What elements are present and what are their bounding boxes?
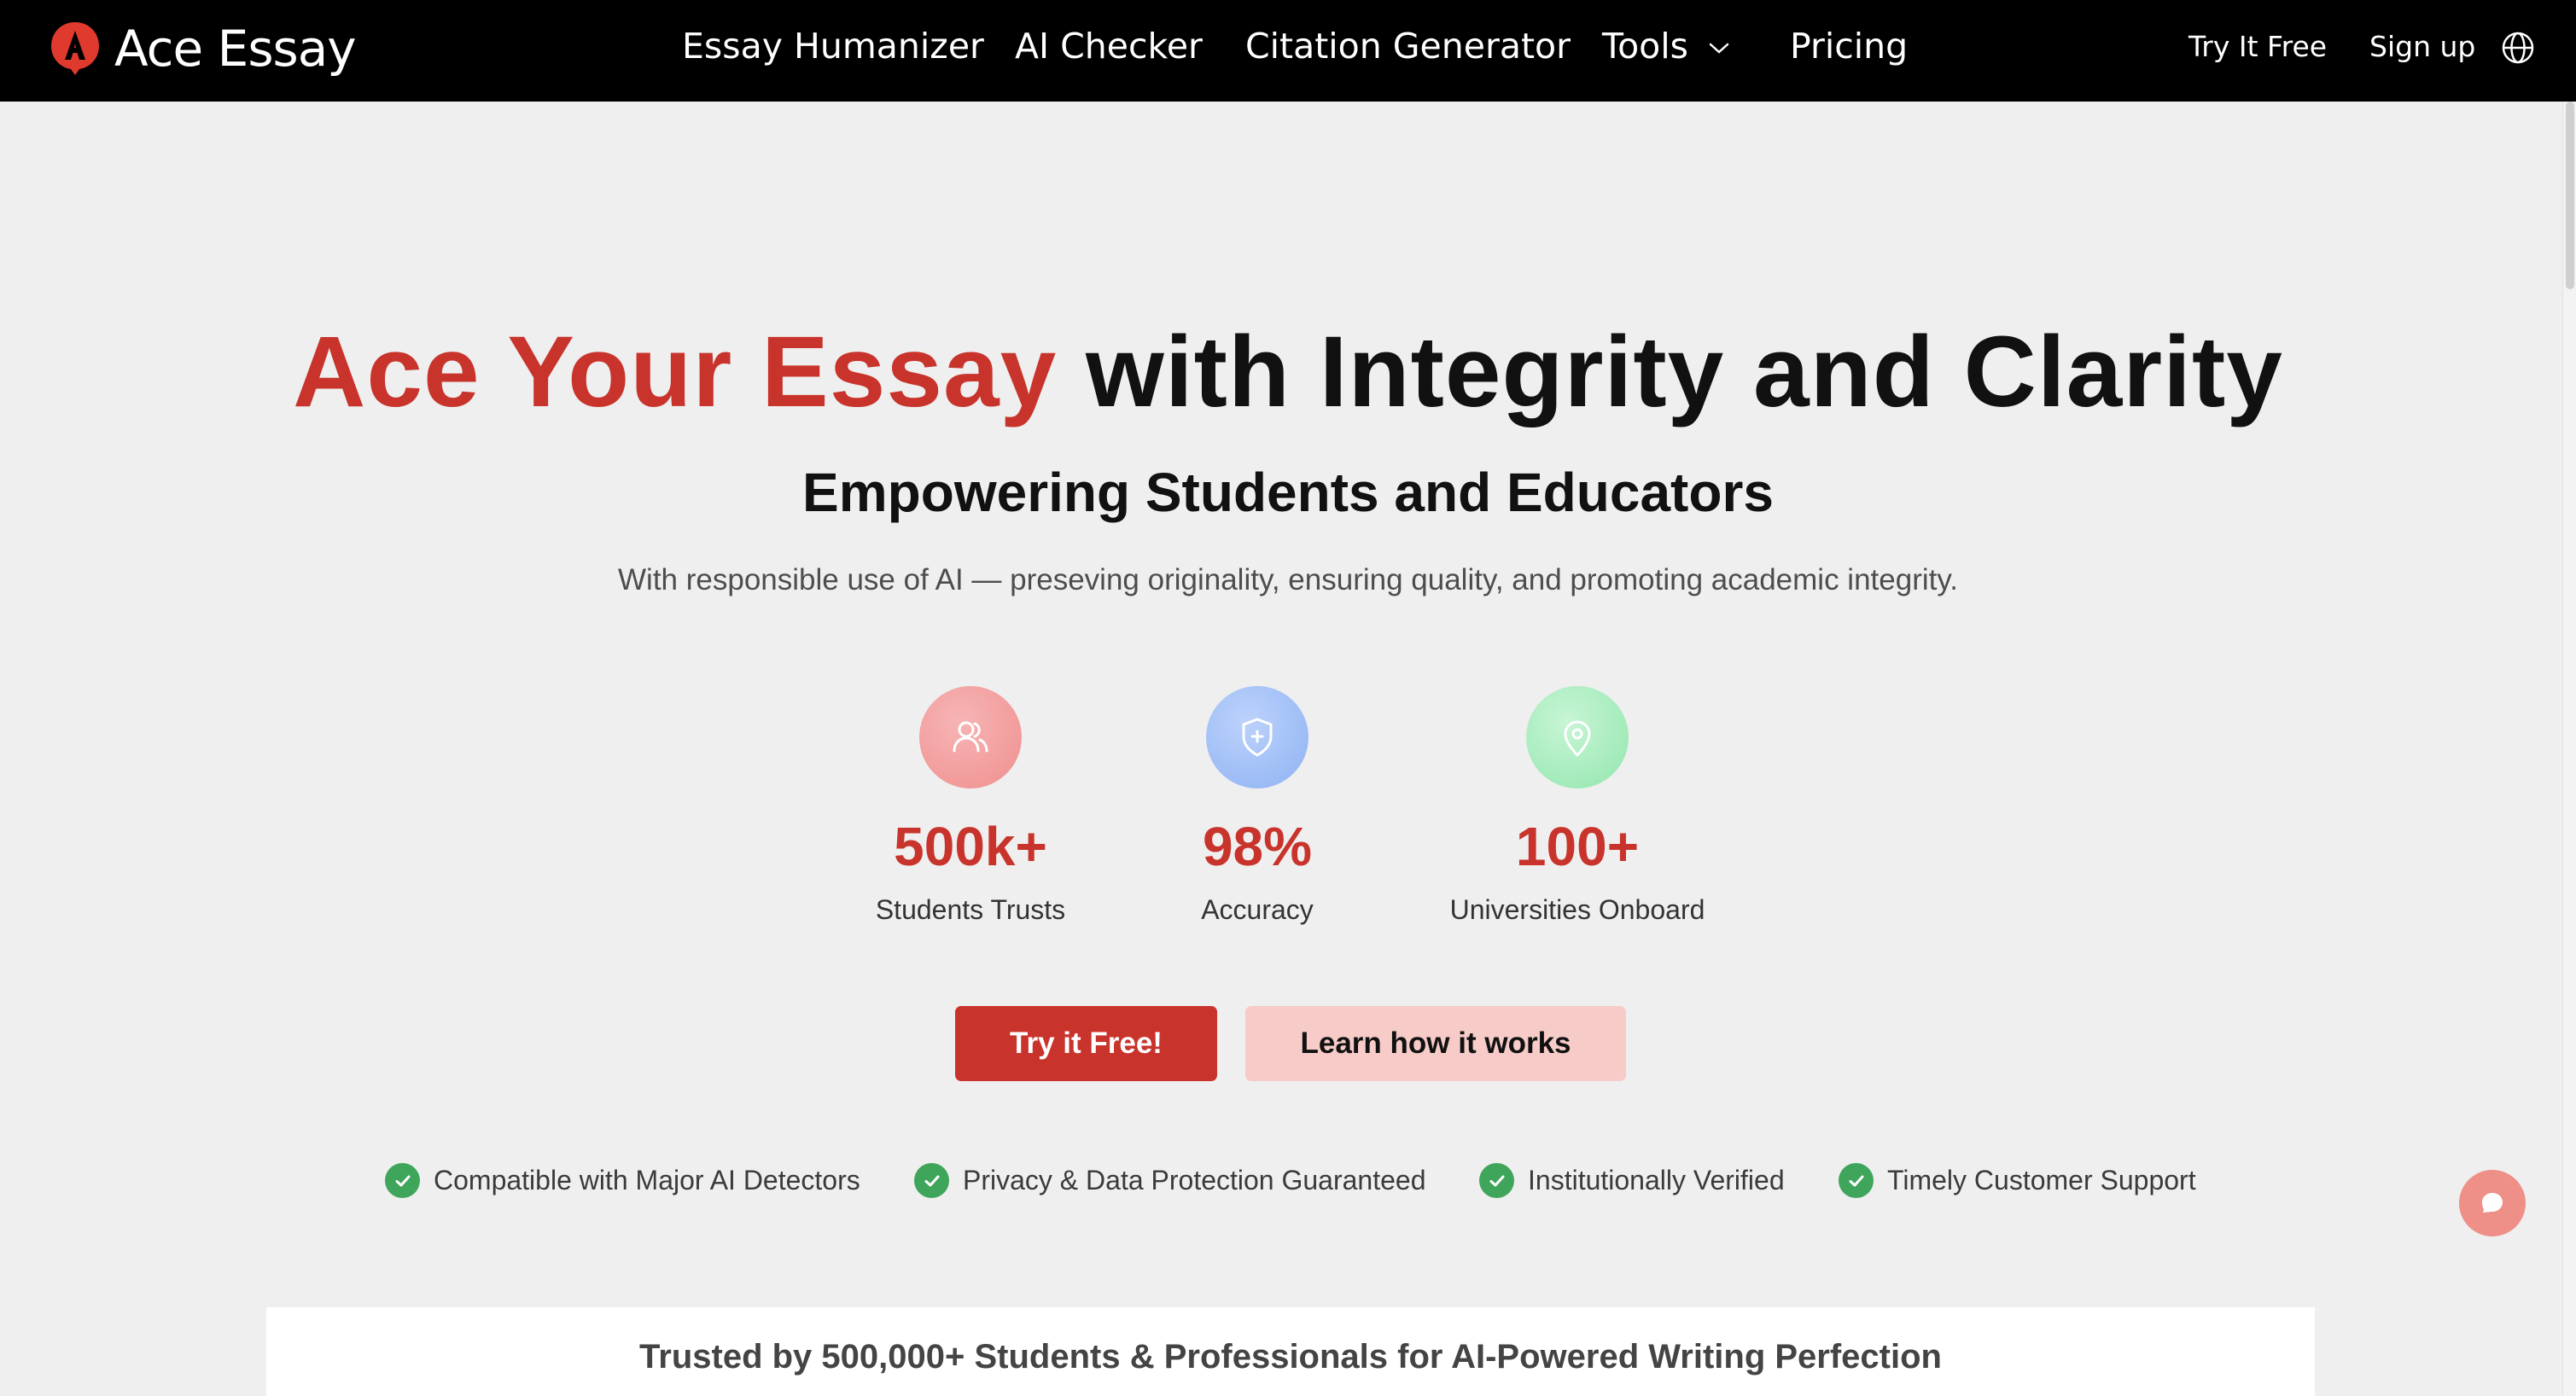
users-icon xyxy=(919,686,1022,788)
page-scrollbar[interactable] xyxy=(2562,102,2576,1396)
hero-subtitle: Empowering Students and Educators xyxy=(802,462,1774,523)
stat-value: 100+ xyxy=(1515,816,1640,877)
feature-item: Timely Customer Support xyxy=(1839,1163,2196,1198)
nav-link-essay-humanizer[interactable]: Essay Humanizer xyxy=(682,26,984,67)
stat-label: Universities Onboard xyxy=(1449,894,1705,925)
location-pin-icon xyxy=(1526,686,1629,788)
chevron-down-icon xyxy=(1709,43,1729,54)
nav-link-tools[interactable]: Tools xyxy=(1602,26,1730,67)
stat-accuracy: 98% Accuracy xyxy=(1095,686,1419,926)
stat-universities: 100+ Universities Onboard xyxy=(1415,686,1740,926)
nav-link-citation-generator[interactable]: Citation Generator xyxy=(1245,26,1571,67)
scrollbar-thumb[interactable] xyxy=(2566,102,2574,289)
nav-link-ai-checker[interactable]: AI Checker xyxy=(1015,26,1203,67)
check-circle-icon xyxy=(1839,1163,1874,1198)
feature-label: Privacy & Data Protection Guaranteed xyxy=(963,1165,1426,1195)
stat-value: 98% xyxy=(1202,816,1313,877)
feature-label: Institutionally Verified xyxy=(1528,1165,1785,1195)
try-free-button[interactable]: Try it Free! xyxy=(955,1006,1217,1081)
feature-item: Compatible with Major AI Detectors xyxy=(385,1163,860,1198)
trust-heading: Trusted by 500,000+ Students & Professio… xyxy=(639,1338,1942,1376)
stat-students: 500k+ Students Trusts xyxy=(808,686,1133,926)
top-navbar: Ace Essay Essay Humanizer AI Checker Cit… xyxy=(0,0,2576,102)
check-circle-icon xyxy=(914,1163,949,1198)
stat-label: Students Trusts xyxy=(875,894,1066,925)
feature-label: Timely Customer Support xyxy=(1887,1165,2196,1195)
stat-label: Accuracy xyxy=(1201,894,1314,925)
hero-title-rest: with Integrity and Clarity xyxy=(1086,316,2283,428)
check-circle-icon xyxy=(1479,1163,1514,1198)
trust-section: Trusted by 500,000+ Students & Professio… xyxy=(266,1307,2315,1396)
hero-description: With responsible use of AI — preseving o… xyxy=(618,563,1958,596)
shield-icon xyxy=(1206,686,1308,788)
nav-link-tools-label: Tools xyxy=(1602,26,1688,67)
feature-item: Privacy & Data Protection Guaranteed xyxy=(914,1163,1426,1198)
nav-link-pricing[interactable]: Pricing xyxy=(1790,26,1908,67)
chat-widget-button[interactable] xyxy=(2459,1170,2526,1236)
learn-how-button[interactable]: Learn how it works xyxy=(1245,1006,1626,1081)
feature-label: Compatible with Major AI Detectors xyxy=(434,1165,860,1195)
sign-up-link[interactable]: Sign up xyxy=(2369,30,2475,63)
hero-title: Ace Your Essay with Integrity and Clarit… xyxy=(0,314,2576,430)
stat-value: 500k+ xyxy=(894,816,1047,877)
feature-item: Institutionally Verified xyxy=(1479,1163,1785,1198)
hero-title-highlight: Ace Your Essay xyxy=(293,316,1058,428)
check-circle-icon xyxy=(385,1163,420,1198)
globe-icon[interactable] xyxy=(2501,31,2535,65)
chat-bubble-icon xyxy=(2482,1193,2503,1213)
try-free-link[interactable]: Try It Free xyxy=(2188,30,2327,63)
